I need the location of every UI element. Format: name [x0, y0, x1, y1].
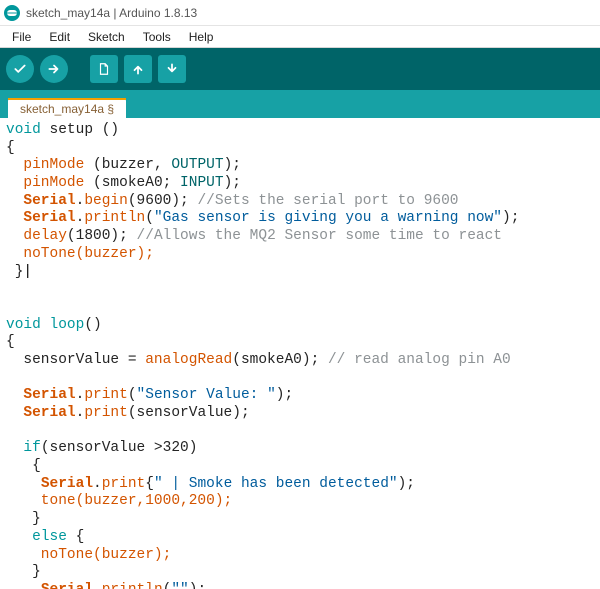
arrow-down-icon	[165, 62, 179, 76]
code-line: void setup ()	[6, 122, 596, 140]
code-line: Serial.print(sensorValue);	[6, 405, 596, 423]
toolbar	[0, 48, 600, 90]
tab-label: sketch_may14a §	[20, 102, 114, 116]
arrow-right-icon	[47, 62, 61, 76]
menu-sketch[interactable]: Sketch	[80, 28, 133, 46]
menu-help[interactable]: Help	[181, 28, 222, 46]
open-button[interactable]	[124, 55, 152, 83]
code-line: if(sensorValue >320)	[6, 440, 596, 458]
tab-sketch[interactable]: sketch_may14a §	[8, 98, 126, 118]
code-line: Serial.println("Gas sensor is giving you…	[6, 210, 596, 228]
code-line: pinMode (buzzer, OUTPUT);	[6, 157, 596, 175]
menu-tools[interactable]: Tools	[135, 28, 179, 46]
menu-edit[interactable]: Edit	[41, 28, 78, 46]
code-line	[6, 281, 596, 299]
code-line: {	[6, 334, 596, 352]
check-icon	[13, 62, 27, 76]
code-line: }	[6, 264, 596, 282]
code-line: noTone(buzzer);	[6, 246, 596, 264]
code-line: pinMode (smokeA0; INPUT);	[6, 175, 596, 193]
code-line: else {	[6, 529, 596, 547]
save-button[interactable]	[158, 55, 186, 83]
menu-file[interactable]: File	[4, 28, 39, 46]
code-line: tone(buzzer,1000,200);	[6, 493, 596, 511]
code-line: delay(1800); //Allows the MQ2 Sensor som…	[6, 228, 596, 246]
arduino-app-icon	[4, 5, 20, 21]
menubar: File Edit Sketch Tools Help	[0, 26, 600, 48]
tab-strip: sketch_may14a §	[0, 90, 600, 118]
arrow-up-icon	[131, 62, 145, 76]
code-line: noTone(buzzer);	[6, 547, 596, 565]
code-line: void loop()	[6, 317, 596, 335]
titlebar: sketch_may14a | Arduino 1.8.13	[0, 0, 600, 26]
code-line: sensorValue = analogRead(smokeA0); // re…	[6, 352, 596, 370]
code-line	[6, 299, 596, 317]
window-title: sketch_may14a | Arduino 1.8.13	[26, 6, 197, 20]
tab-active-indicator	[8, 98, 126, 100]
upload-button[interactable]	[40, 55, 68, 83]
code-line: }	[6, 511, 596, 529]
code-line: {	[6, 458, 596, 476]
code-line: {	[6, 140, 596, 158]
code-line: Serial.print{" | Smoke has been detected…	[6, 476, 596, 494]
code-line	[6, 423, 596, 441]
code-line: }	[6, 564, 596, 582]
verify-button[interactable]	[6, 55, 34, 83]
code-line: Serial.begin(9600); //Sets the serial po…	[6, 193, 596, 211]
code-line: Serial.println("");	[6, 582, 596, 589]
code-editor[interactable]: void setup (){ pinMode (buzzer, OUTPUT);…	[0, 118, 600, 589]
file-icon	[97, 62, 111, 76]
code-line: Serial.print("Sensor Value: ");	[6, 387, 596, 405]
new-button[interactable]	[90, 55, 118, 83]
code-line	[6, 370, 596, 388]
